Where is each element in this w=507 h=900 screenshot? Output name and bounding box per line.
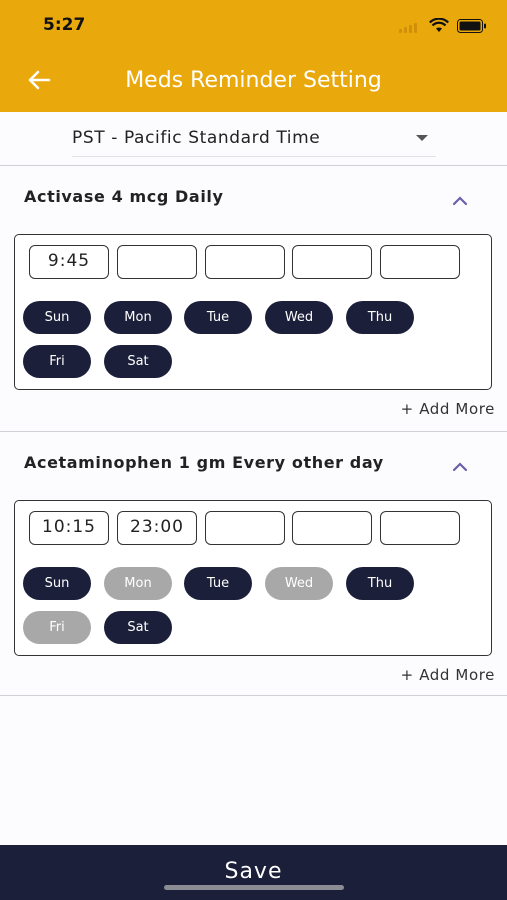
save-button[interactable]: Save	[0, 845, 507, 900]
page-title: Meds Reminder Setting	[125, 68, 382, 93]
app-header: 5:27 Meds Reminder Setting	[0, 0, 507, 112]
time-slot-input[interactable]	[380, 511, 460, 545]
time-slot-input[interactable]	[205, 245, 285, 279]
home-indicator	[164, 885, 344, 890]
time-slot-input[interactable]: 10:15	[29, 511, 109, 545]
caret-down-icon	[416, 135, 428, 141]
timezone-select[interactable]: PST - Pacific Standard Time	[72, 122, 436, 157]
day-toggle-thu[interactable]: Thu	[346, 567, 414, 600]
section-divider	[0, 165, 507, 166]
timezone-value: PST - Pacific Standard Time	[72, 128, 321, 148]
day-toggle-wed[interactable]: Wed	[265, 301, 333, 334]
med-schedule-card: 9:45 Sun Mon Tue Wed Thu Fri Sat	[14, 234, 492, 390]
chevron-up-icon	[451, 457, 469, 476]
time-slot-input[interactable]	[292, 245, 372, 279]
status-time: 5:27	[43, 15, 86, 35]
day-toggle-fri[interactable]: Fri	[23, 611, 91, 644]
status-icons	[399, 17, 487, 37]
day-toggle-wed[interactable]: Wed	[265, 567, 333, 600]
collapse-toggle[interactable]	[451, 191, 469, 206]
day-toggle-mon[interactable]: Mon	[104, 301, 172, 334]
save-button-label: Save	[224, 859, 283, 884]
day-toggle-fri[interactable]: Fri	[23, 345, 91, 378]
time-slot-input[interactable]	[117, 245, 197, 279]
time-slot-input[interactable]: 23:00	[117, 511, 197, 545]
med-title: Acetaminophen 1 gm Every other day	[24, 453, 384, 472]
day-toggle-mon[interactable]: Mon	[104, 567, 172, 600]
med-title: Activase 4 mcg Daily	[24, 187, 224, 206]
section-divider	[0, 431, 507, 432]
day-toggle-sun[interactable]: Sun	[23, 301, 91, 334]
time-slot-input[interactable]: 9:45	[29, 245, 109, 279]
day-toggle-tue[interactable]: Tue	[184, 567, 252, 600]
time-slot-input[interactable]	[205, 511, 285, 545]
collapse-toggle[interactable]	[451, 457, 469, 472]
add-more-link[interactable]: + Add More	[401, 666, 495, 684]
signal-icon	[399, 18, 421, 37]
day-toggle-sat[interactable]: Sat	[104, 611, 172, 644]
add-more-link[interactable]: + Add More	[401, 400, 495, 418]
med-schedule-card: 10:15 23:00 Sun Mon Tue Wed Thu Fri Sat	[14, 500, 492, 656]
day-toggle-sat[interactable]: Sat	[104, 345, 172, 378]
time-slot-input[interactable]	[292, 511, 372, 545]
wifi-icon	[429, 17, 449, 37]
section-divider	[0, 695, 507, 696]
day-toggle-tue[interactable]: Tue	[184, 301, 252, 334]
day-toggle-sun[interactable]: Sun	[23, 567, 91, 600]
chevron-up-icon	[451, 191, 469, 210]
battery-icon	[457, 18, 487, 37]
time-slot-input[interactable]	[380, 245, 460, 279]
day-toggle-thu[interactable]: Thu	[346, 301, 414, 334]
